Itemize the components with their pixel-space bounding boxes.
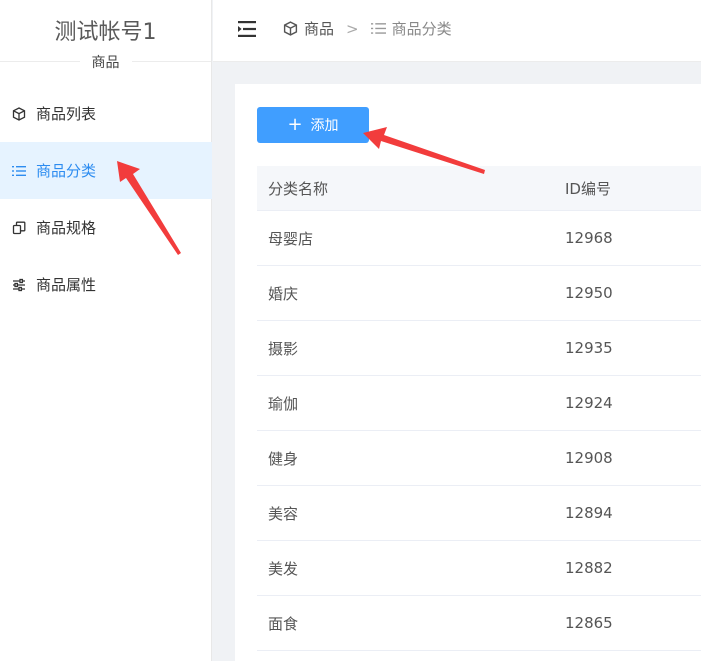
cell-id: 12968 <box>565 229 613 247</box>
cell-id: 12908 <box>565 449 613 467</box>
cell-id: 12894 <box>565 504 613 522</box>
content-card: + 添加 分类名称 ID编号 母婴店 12968 婚庆 12950 摄影 129… <box>235 84 701 661</box>
category-table: 分类名称 ID编号 母婴店 12968 婚庆 12950 摄影 12935 瑜伽… <box>257 166 701 651</box>
cell-id: 12882 <box>565 559 613 577</box>
top-header: 商品 > 商品分类 <box>213 0 701 62</box>
cell-name: 瑜伽 <box>268 394 299 413</box>
copy-icon <box>11 220 27 236</box>
account-header: 测试帐号1 商品 <box>0 0 211 71</box>
account-section-label: 商品 <box>0 52 211 72</box>
sidebar-item-product-list[interactable]: 商品列表 <box>0 85 212 142</box>
column-header-id: ID编号 <box>565 179 611 198</box>
breadcrumb-item-product[interactable]: 商品 <box>283 18 334 39</box>
cell-name: 面食 <box>268 614 299 633</box>
sliders-icon <box>11 277 27 293</box>
table-header: 分类名称 ID编号 <box>257 166 701 211</box>
breadcrumb-label: 商品 <box>304 20 335 38</box>
breadcrumb: 商品 > 商品分类 <box>283 18 452 39</box>
cell-name: 美容 <box>268 504 299 523</box>
table-row[interactable]: 母婴店 12968 <box>257 211 701 266</box>
sidebar-item-label: 商品列表 <box>36 105 97 123</box>
table-row[interactable]: 婚庆 12950 <box>257 266 701 321</box>
cell-name: 健身 <box>268 449 299 468</box>
cell-id: 12950 <box>565 284 613 302</box>
cell-id: 12924 <box>565 394 613 412</box>
account-name: 测试帐号1 <box>54 20 157 45</box>
sidebar: 测试帐号1 商品 商品列表 商品分类 商品规格 商品属性 <box>0 0 212 661</box>
cell-id: 12865 <box>565 614 613 632</box>
plus-icon: + <box>287 114 303 135</box>
cell-name: 摄影 <box>268 339 299 358</box>
sidebar-item-label: 商品分类 <box>36 162 97 180</box>
sidebar-menu: 商品列表 商品分类 商品规格 商品属性 <box>0 85 212 313</box>
cell-name: 美发 <box>268 559 299 578</box>
list-icon <box>11 163 27 179</box>
sidebar-item-product-spec[interactable]: 商品规格 <box>0 199 212 256</box>
add-button[interactable]: + 添加 <box>257 107 369 143</box>
cell-name: 母婴店 <box>268 229 314 248</box>
cell-id: 12935 <box>565 339 613 357</box>
menu-fold-icon[interactable] <box>237 19 257 39</box>
table-row[interactable]: 摄影 12935 <box>257 321 701 376</box>
list-icon <box>370 23 386 34</box>
table-row[interactable]: 健身 12908 <box>257 431 701 486</box>
table-row[interactable]: 瑜伽 12924 <box>257 376 701 431</box>
breadcrumb-item-category: 商品分类 <box>370 18 452 39</box>
breadcrumb-label: 商品分类 <box>391 20 452 38</box>
breadcrumb-separator: > <box>346 19 359 38</box>
column-header-name: 分类名称 <box>268 179 329 198</box>
table-row[interactable]: 美发 12882 <box>257 541 701 596</box>
box-icon <box>283 21 298 36</box>
cell-name: 婚庆 <box>268 284 299 303</box>
box-icon <box>11 106 27 122</box>
sidebar-item-label: 商品规格 <box>36 219 97 237</box>
sidebar-item-product-category[interactable]: 商品分类 <box>0 142 212 199</box>
add-button-label: 添加 <box>310 118 339 134</box>
table-row[interactable]: 面食 12865 <box>257 596 701 651</box>
sidebar-item-label: 商品属性 <box>36 276 97 294</box>
sidebar-item-product-attribute[interactable]: 商品属性 <box>0 256 212 313</box>
table-row[interactable]: 美容 12894 <box>257 486 701 541</box>
